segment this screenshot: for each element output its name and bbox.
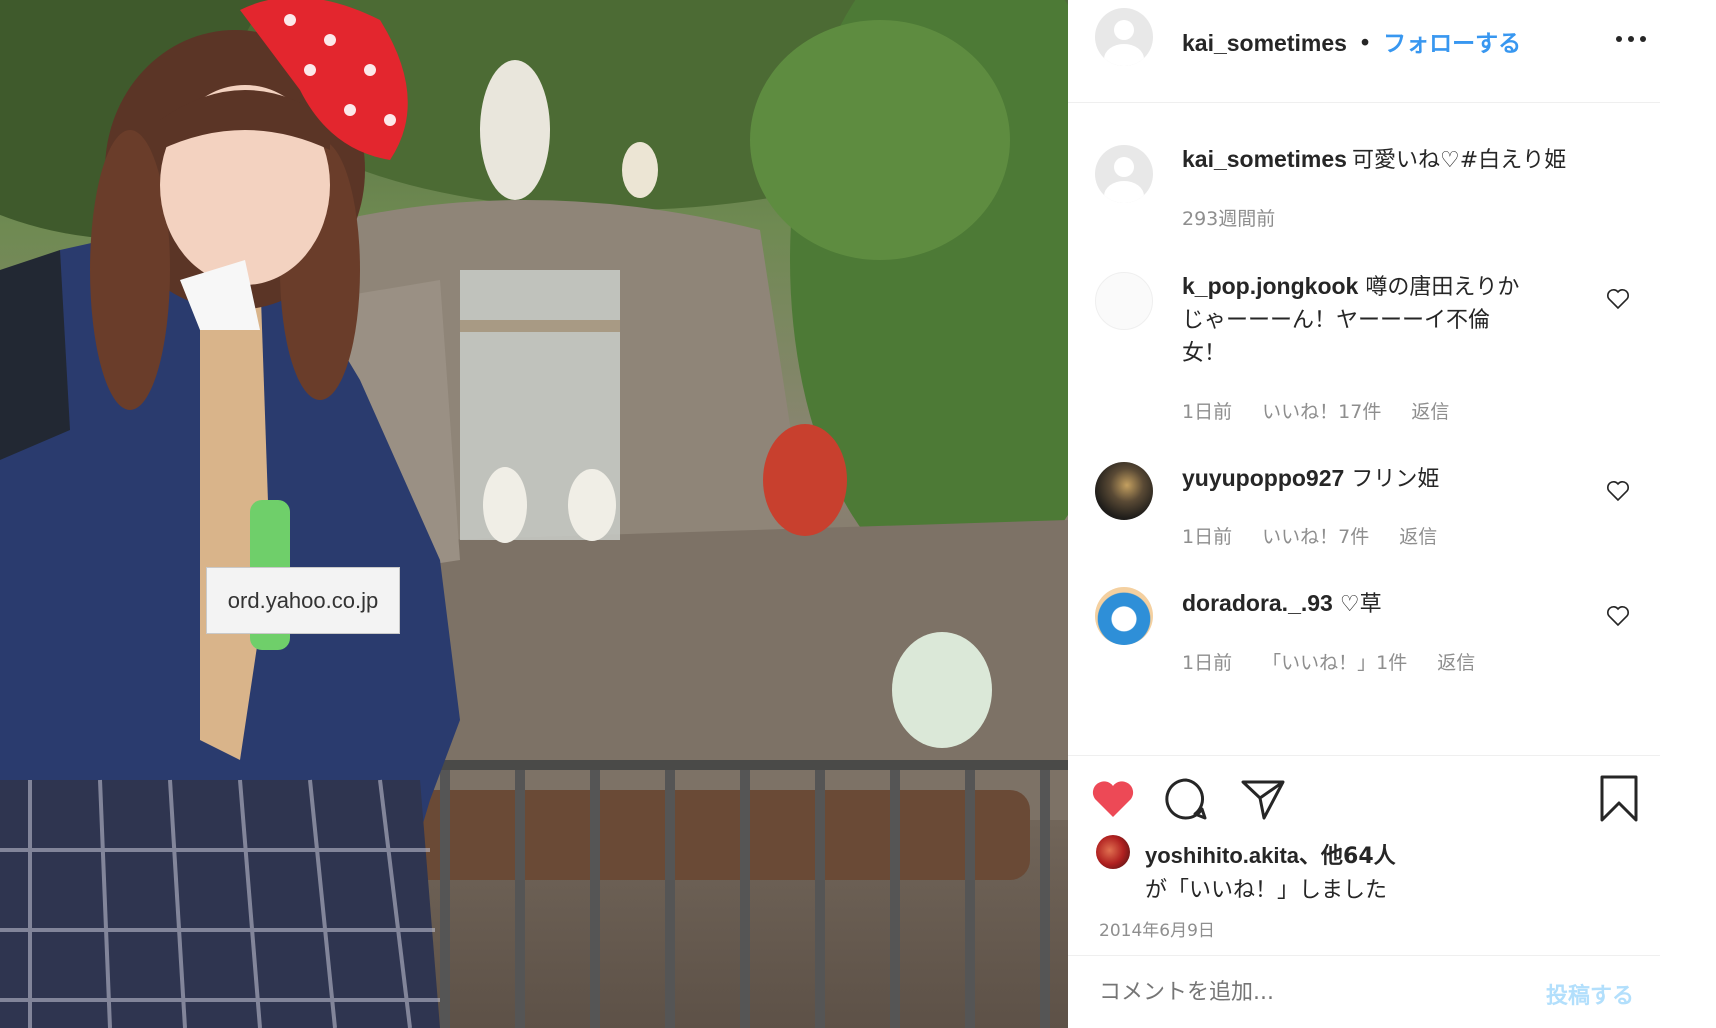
reply-button[interactable]: 返信 (1437, 652, 1475, 674)
comment-line-1: 噂の唐田えりか (1365, 275, 1520, 300)
deer-statue (622, 142, 658, 198)
comment-like-heart-icon[interactable] (1606, 288, 1630, 310)
comment-meta: 1日前 いいね！17件 返信 (1182, 397, 1449, 424)
share-send-icon[interactable] (1240, 776, 1286, 822)
like-heart-icon[interactable] (1090, 778, 1136, 820)
comment-likes[interactable]: いいね！7件 (1262, 526, 1369, 548)
comment-avatar[interactable] (1095, 272, 1153, 330)
post-header: kai_sometimes • フォローする (1068, 0, 1660, 103)
likes-suffix: が「いいね！」しました (1145, 878, 1388, 903)
dwarf-egg-red (763, 424, 847, 536)
princess-statue (480, 60, 550, 200)
post-date[interactable]: 2014年6月9日 (1099, 916, 1215, 941)
comment-time[interactable]: 1日前 (1182, 526, 1232, 548)
bookmark-icon[interactable] (1598, 774, 1640, 824)
reply-button[interactable]: 返信 (1411, 401, 1449, 423)
comment-bubble-icon[interactable] (1163, 776, 1209, 822)
follow-button[interactable]: フォローする (1383, 31, 1521, 57)
comment-time[interactable]: 1日前 (1182, 401, 1232, 423)
comment-line-2: じゃーーーん！ヤーーーイ不倫 (1182, 308, 1491, 333)
header-username[interactable]: kai_sometimes (1182, 30, 1347, 56)
comment-likes[interactable]: 「いいね！」1件 (1262, 652, 1407, 674)
comment-item: yuyupoppo927 フリン姫 (1182, 462, 1439, 496)
add-comment-bar: 投稿する (1068, 955, 1660, 1028)
post-comment-button[interactable]: 投稿する (1546, 978, 1634, 1010)
post-panel: kai_sometimes • フォローする kai_sometimes 可愛い… (1068, 0, 1660, 1028)
dwarf-egg-white (892, 632, 992, 748)
reply-button[interactable]: 返信 (1399, 526, 1437, 548)
likes-others[interactable]: 、他64人 (1299, 844, 1396, 869)
comment-text: ♡草 (1339, 592, 1382, 617)
comment-meta: 1日前 「いいね！」1件 返信 (1182, 648, 1475, 675)
comment-username[interactable]: doradora._.93 (1182, 590, 1333, 616)
comment-username[interactable]: k_pop.jongkook (1182, 273, 1358, 299)
comment-username[interactable]: yuyupoppo927 (1182, 465, 1344, 491)
action-bar (1068, 755, 1660, 822)
comment-like-heart-icon[interactable] (1606, 480, 1630, 502)
photo-illustration (0, 0, 1068, 1028)
liker-username[interactable]: yoshihito.akita (1145, 843, 1299, 868)
likes-summary: yoshihito.akita、他64人 (1145, 838, 1396, 870)
header-separator: • (1358, 31, 1372, 57)
comment-time[interactable]: 1日前 (1182, 652, 1232, 674)
liker-avatar[interactable] (1096, 835, 1130, 869)
caption-username[interactable]: kai_sometimes (1182, 146, 1347, 172)
post-photo[interactable]: ord.yahoo.co.jp (0, 0, 1068, 1028)
caption-hashtag[interactable]: #白えり姫 (1460, 148, 1566, 173)
caption-avatar[interactable] (1095, 145, 1153, 203)
comment-likes[interactable]: いいね！17件 (1262, 401, 1381, 423)
author-avatar[interactable] (1095, 8, 1153, 66)
comment-like-heart-icon[interactable] (1606, 605, 1630, 627)
plaid-skirt (0, 780, 440, 1028)
more-options-icon[interactable] (1616, 34, 1652, 44)
comment-avatar[interactable] (1095, 587, 1153, 645)
comment-avatar[interactable] (1095, 462, 1153, 520)
caption-time[interactable]: 293週間前 (1182, 204, 1275, 231)
comment-item: doradora._.93 ♡草 (1182, 587, 1382, 621)
comment-item: k_pop.jongkook 噂の唐田えりか じゃーーーん！ヤーーーイ不倫 女！ (1182, 270, 1592, 370)
caption: kai_sometimes 可愛いね♡#白えり姫 (1182, 144, 1566, 177)
comment-input[interactable] (1099, 974, 1499, 1010)
comment-text: フリン姫 (1351, 467, 1440, 492)
comment-meta: 1日前 いいね！7件 返信 (1182, 522, 1437, 549)
url-tooltip: ord.yahoo.co.jp (206, 567, 400, 634)
comment-body: k_pop.jongkook 噂の唐田えりか (1182, 270, 1592, 304)
header-line: kai_sometimes • フォローする (1182, 24, 1521, 58)
comment-line-3: 女！ (1182, 341, 1227, 366)
caption-text: 可愛いね♡ (1352, 148, 1460, 173)
